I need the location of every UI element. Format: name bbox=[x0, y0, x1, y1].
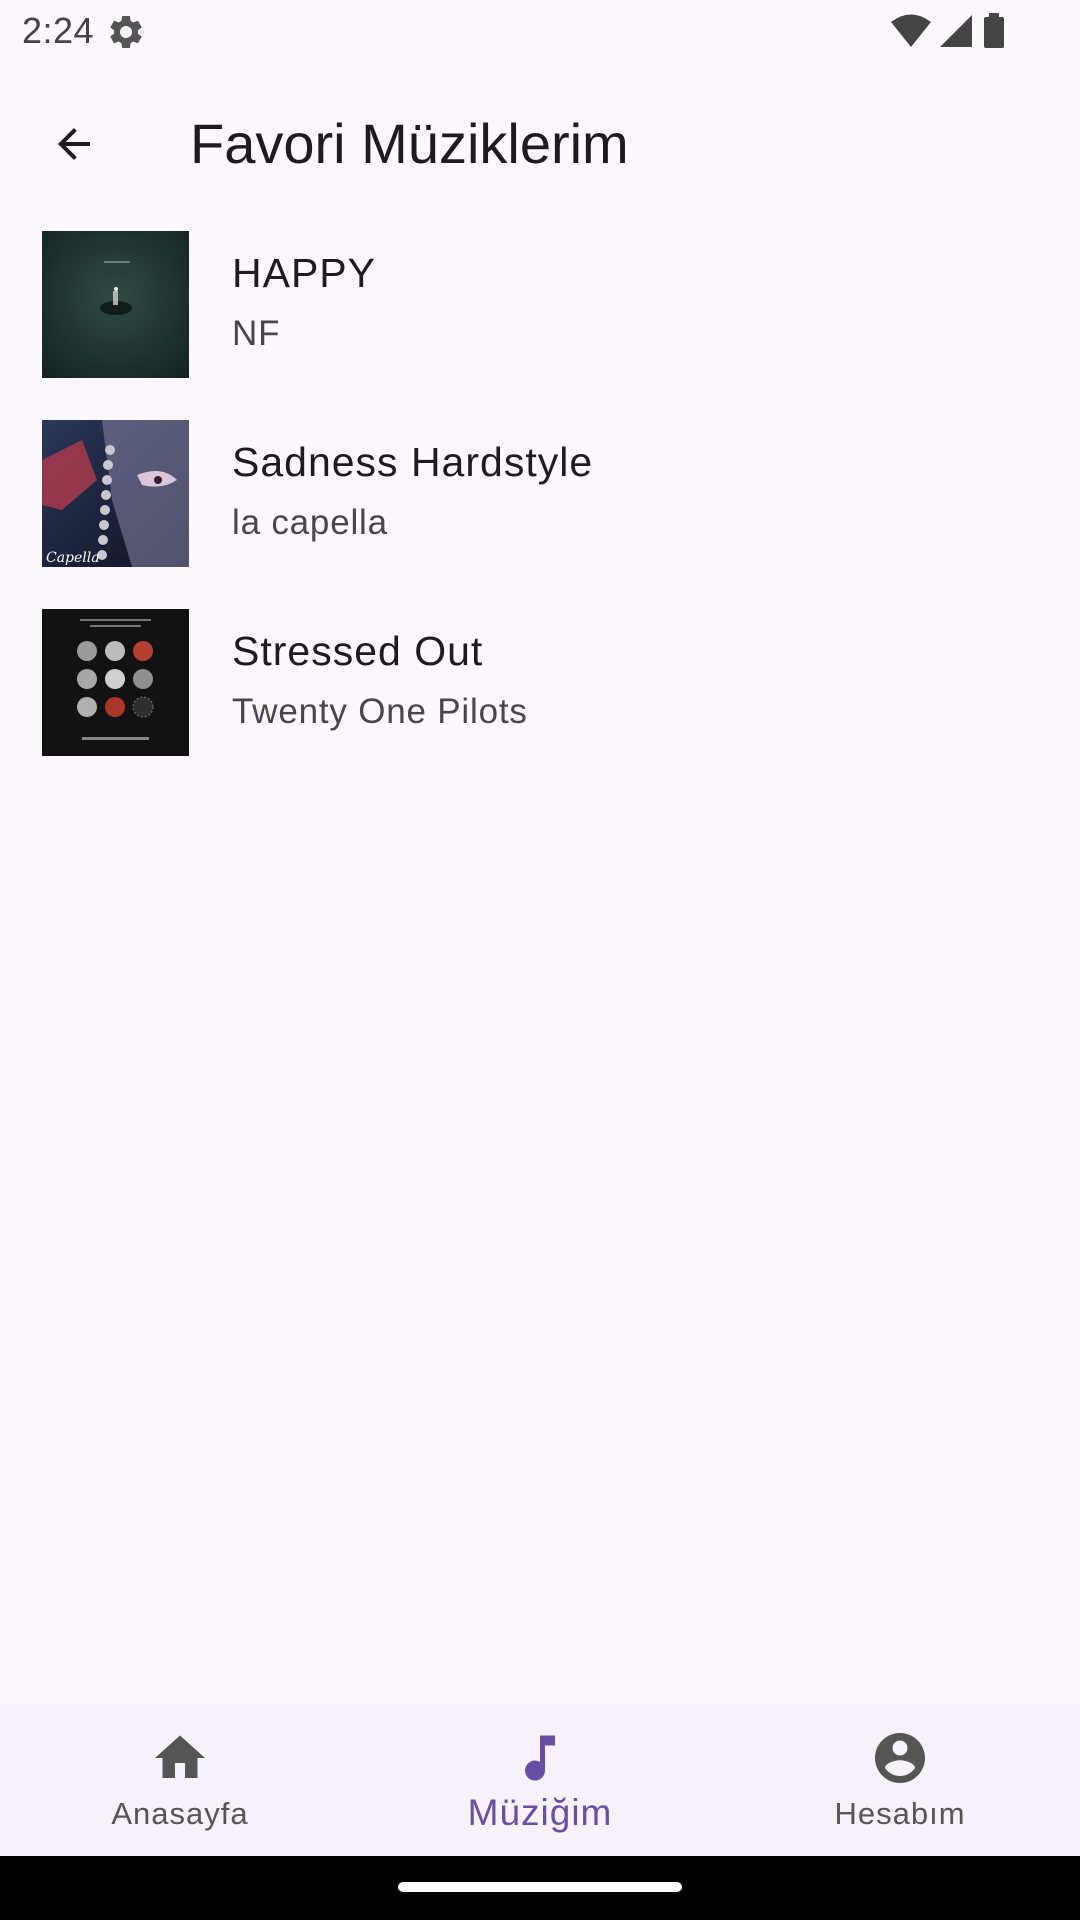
nav-label: Anasayfa bbox=[111, 1796, 249, 1831]
nav-label: Hesabım bbox=[834, 1796, 966, 1831]
page-title: Favori Müziklerim bbox=[190, 112, 629, 175]
wifi-icon bbox=[890, 13, 932, 49]
album-cover-stressed-out bbox=[42, 609, 189, 756]
bottom-navigation: Anasayfa Müziğim Hesabım bbox=[0, 1704, 1080, 1856]
settings-gear-icon bbox=[106, 12, 146, 52]
song-title: Sadness Hardstyle bbox=[232, 439, 594, 485]
song-title: HAPPY bbox=[232, 250, 376, 296]
favorite-songs-list: HAPPY NF Capella Sadness Hardstyle la ca… bbox=[0, 218, 1080, 785]
list-item[interactable]: Stressed Out Twenty One Pilots bbox=[0, 596, 1080, 785]
status-bar: 2:24 bbox=[0, 0, 1080, 64]
status-icons bbox=[890, 12, 1008, 50]
song-title: Stressed Out bbox=[232, 628, 484, 674]
music-note-icon bbox=[510, 1728, 570, 1788]
cell-signal-icon bbox=[938, 13, 974, 49]
home-icon bbox=[150, 1728, 210, 1788]
arrow-back-icon bbox=[50, 120, 98, 173]
song-artist: NF bbox=[232, 314, 281, 353]
home-gesture-handle[interactable] bbox=[398, 1882, 682, 1892]
album-cover-happy bbox=[42, 231, 189, 378]
nav-item-hesabim[interactable]: Hesabım bbox=[720, 1704, 1080, 1856]
list-item[interactable]: Capella Sadness Hardstyle la capella bbox=[0, 407, 1080, 596]
song-artist: la capella bbox=[232, 503, 388, 542]
back-button[interactable] bbox=[30, 102, 118, 190]
account-circle-icon bbox=[870, 1728, 930, 1788]
list-item[interactable]: HAPPY NF bbox=[0, 218, 1080, 407]
system-navigation-bar bbox=[0, 1856, 1080, 1920]
app-bar: Favori Müziklerim bbox=[0, 64, 1080, 208]
status-time: 2:24 bbox=[22, 10, 95, 51]
nav-label: Müziğim bbox=[467, 1792, 613, 1833]
album-cover-sadness-hardstyle: Capella bbox=[42, 420, 189, 567]
song-artist: Twenty One Pilots bbox=[232, 692, 528, 731]
battery-icon bbox=[980, 12, 1008, 50]
svg-text:Capella: Capella bbox=[46, 550, 100, 566]
nav-item-muzigim[interactable]: Müziğim bbox=[360, 1704, 720, 1856]
nav-item-anasayfa[interactable]: Anasayfa bbox=[0, 1704, 360, 1856]
